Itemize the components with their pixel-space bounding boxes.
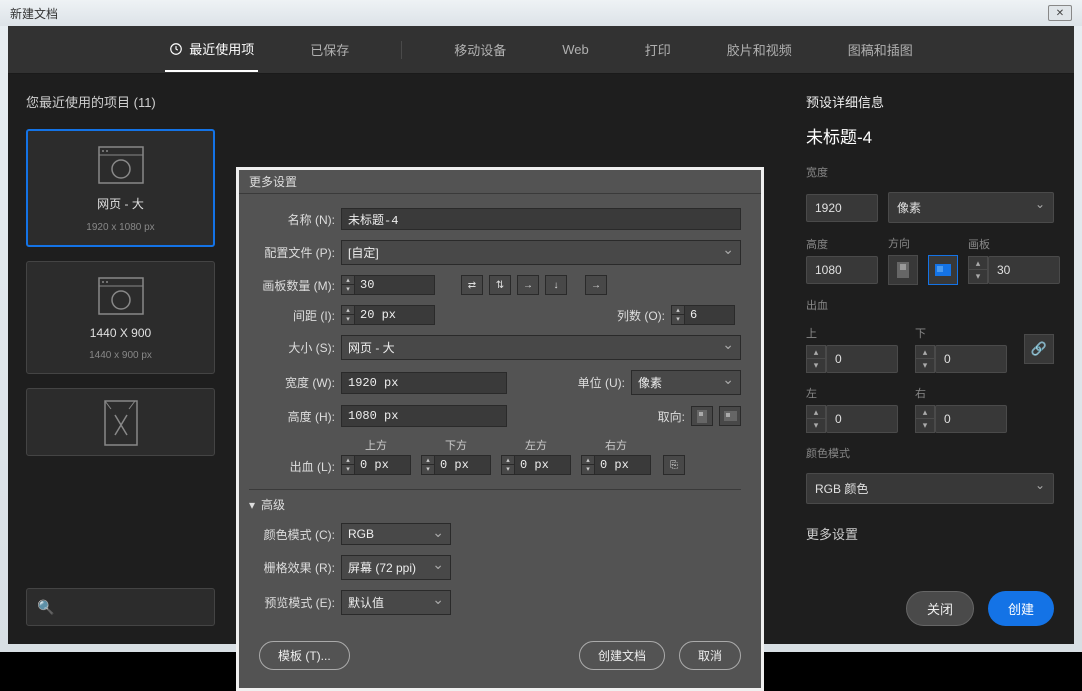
grid-by-row-icon[interactable]: ⇄ [461, 275, 483, 295]
bleed-left-input[interactable] [826, 405, 898, 433]
cols-spinner[interactable]: ▴▾ [671, 305, 741, 325]
size-select[interactable]: 网页 - 大 [341, 335, 741, 360]
tabs: 最近使用项 已保存 移动设备 Web 打印 胶片和视频 图稿和插图 [8, 26, 1074, 74]
preset-web-large[interactable]: 网页 - 大 1920 x 1080 px [26, 129, 215, 247]
dlg-width-input[interactable] [341, 372, 507, 394]
dialog-body: 名称 (N): 配置文件 (P): [自定] 画板数量 (M): ▴▾ ⇄ ⇅ … [239, 194, 761, 627]
arrange-right-icon[interactable]: → [517, 275, 539, 295]
tab-mobile[interactable]: 移动设备 [450, 28, 510, 71]
titlebar: 新建文档 ✕ [0, 0, 1082, 26]
arrange-down-icon[interactable]: ↓ [545, 275, 567, 295]
content: 最近使用项 已保存 移动设备 Web 打印 胶片和视频 图稿和插图 您最近使用的… [8, 26, 1074, 644]
tab-print[interactable]: 打印 [641, 28, 675, 71]
preset-item[interactable] [26, 388, 215, 456]
artboards-input[interactable] [988, 256, 1060, 284]
window-title: 新建文档 [10, 5, 58, 22]
bleed-top-input[interactable] [826, 345, 898, 373]
name-input[interactable] [341, 208, 741, 230]
more-settings-link[interactable]: 更多设置 [806, 524, 1054, 543]
profile-select[interactable]: [自定] [341, 240, 741, 265]
width-label: 宽度 [806, 164, 1054, 180]
tab-art[interactable]: 图稿和插图 [844, 28, 917, 71]
new-document-window: 新建文档 ✕ 最近使用项 已保存 移动设备 Web 打印 胶片和视频 图稿和插图… [0, 0, 1082, 652]
dlg-cancel-button[interactable]: 取消 [679, 641, 741, 670]
recent-items-title: 您最近使用的项目 (11) [26, 92, 215, 111]
dialog-title: 更多设置 [239, 170, 761, 194]
ltr-icon[interactable]: → [585, 275, 607, 295]
search-row[interactable]: 🔍 [26, 588, 215, 626]
colormode-select[interactable]: RGB 颜色 [806, 473, 1054, 504]
preset-grid: 网页 - 大 1920 x 1080 px 1440 X 900 1440 x … [26, 129, 215, 456]
orient-portrait-button[interactable] [888, 255, 918, 285]
bleed-link-button[interactable]: ⎘ [663, 455, 685, 475]
grid-by-col-icon[interactable]: ⇅ [489, 275, 511, 295]
window-close-button[interactable]: ✕ [1048, 5, 1072, 21]
link-bleed-button[interactable]: 🔗 [1024, 334, 1054, 364]
chevron-down-icon: ▾ [249, 498, 255, 512]
dlg-raster-select[interactable]: 屏幕 (72 ppi) [341, 555, 451, 580]
dlg-create-button[interactable]: 创建文档 [579, 641, 665, 670]
main: 您最近使用的项目 (11) 网页 - 大 1920 x 1080 px 144 [8, 74, 1074, 644]
create-button[interactable]: 创建 [988, 591, 1054, 626]
width-input[interactable] [806, 194, 878, 222]
tab-film[interactable]: 胶片和视频 [723, 28, 796, 71]
dlg-landscape-button[interactable] [719, 406, 741, 426]
doc-title: 未标题-4 [806, 123, 1054, 148]
dlg-colormode-select[interactable]: RGB [341, 523, 451, 545]
dlg-unit-select[interactable]: 像素 [631, 370, 741, 395]
close-button[interactable]: 关闭 [906, 591, 974, 626]
web-icon [97, 145, 145, 185]
advanced-toggle[interactable]: ▾高级 [249, 489, 741, 513]
left-panel: 您最近使用的项目 (11) 网页 - 大 1920 x 1080 px 144 [8, 74, 233, 644]
tab-recent[interactable]: 最近使用项 [165, 27, 258, 72]
tab-saved[interactable]: 已保存 [306, 28, 353, 71]
artboard-spinner[interactable]: ▴▾ [968, 256, 988, 284]
clock-icon [169, 42, 183, 56]
search-icon: 🔍 [37, 599, 54, 616]
orient-landscape-button[interactable] [928, 255, 958, 285]
spacing-spinner[interactable]: ▴▾ [341, 305, 435, 325]
dlg-height-input[interactable] [341, 405, 507, 427]
preset-details-heading: 预设详细信息 [806, 92, 1054, 111]
height-input[interactable] [806, 256, 878, 284]
unit-select[interactable]: 像素 [888, 192, 1054, 223]
bleed-right-input[interactable] [935, 405, 1007, 433]
preset-1440-900[interactable]: 1440 X 900 1440 x 900 px [26, 261, 215, 374]
templates-button[interactable]: 模板 (T)... [259, 641, 350, 670]
dlg-portrait-button[interactable] [691, 406, 713, 426]
right-panel: 预设详细信息 未标题-4 宽度 像素 高度 方向 [786, 74, 1074, 644]
more-settings-dialog: 更多设置 名称 (N): 配置文件 (P): [自定] 画板数量 (M): ▴▾ [236, 167, 764, 691]
pencil-ruler-icon [97, 403, 145, 443]
tab-web[interactable]: Web [558, 30, 593, 69]
bleed-bottom-input[interactable] [935, 345, 1007, 373]
dlg-preview-select[interactable]: 默认值 [341, 590, 451, 615]
artboards-spinner[interactable]: ▴▾ [341, 275, 435, 295]
web-icon [97, 276, 145, 316]
